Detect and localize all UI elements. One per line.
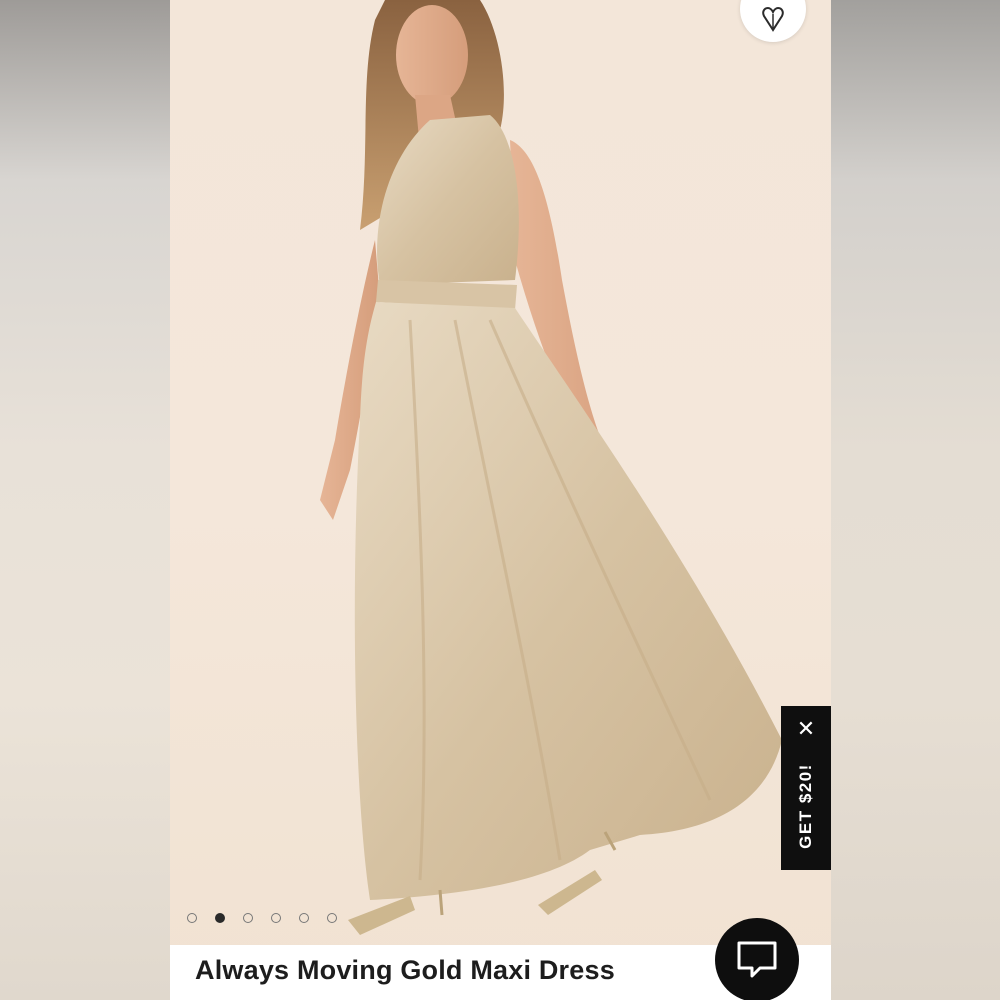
heart-leaf-icon <box>762 6 784 32</box>
right-blur-panel <box>830 0 1000 1000</box>
chat-button[interactable] <box>715 918 799 1000</box>
product-photo[interactable] <box>170 0 831 945</box>
pagination-dot[interactable] <box>243 913 253 923</box>
product-viewer: ✕ GET $20! Always Moving Gold Maxi Dress <box>170 0 831 1000</box>
chat-bubble-icon <box>737 941 777 978</box>
close-icon[interactable]: ✕ <box>781 716 831 742</box>
pagination-dot[interactable] <box>271 913 281 923</box>
image-pagination <box>187 913 337 923</box>
left-blur-panel <box>0 0 170 1000</box>
pagination-dot-active[interactable] <box>215 913 225 923</box>
pagination-dot[interactable] <box>299 913 309 923</box>
product-title: Always Moving Gold Maxi Dress <box>195 955 615 985</box>
pagination-dot[interactable] <box>327 913 337 923</box>
promo-tab[interactable]: ✕ GET $20! <box>781 706 831 870</box>
promo-label[interactable]: GET $20! <box>796 763 816 849</box>
pagination-dot[interactable] <box>187 913 197 923</box>
